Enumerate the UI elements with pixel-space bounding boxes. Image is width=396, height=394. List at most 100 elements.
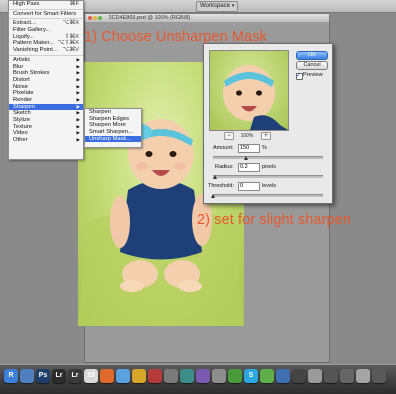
app-icon-dark[interactable] xyxy=(292,369,306,383)
sharpen-submenu-item[interactable]: Sharpen xyxy=(85,109,141,116)
lightroom-icon[interactable]: Lr xyxy=(52,369,66,383)
menu-item-label: Sketch xyxy=(13,110,31,117)
minimize-window-icon[interactable] xyxy=(93,15,97,20)
filter-menu-item[interactable]: Brush Strokes ▶ xyxy=(9,70,83,77)
app-icon-silver[interactable] xyxy=(308,369,322,383)
zoom-out-button[interactable]: − xyxy=(224,132,234,140)
zoom-in-button[interactable]: + xyxy=(261,132,271,140)
sharpen-submenu-item[interactable]: Unsharp Mask... xyxy=(85,135,141,143)
app-icon-gray2[interactable] xyxy=(212,369,226,383)
threshold-label: Threshold: xyxy=(208,183,234,189)
filter-menu-item[interactable]: High Pass ⌘F xyxy=(9,1,83,8)
chevron-down-icon: ▾ xyxy=(231,3,235,9)
menu-item-shortcut: ⌥⌘V xyxy=(62,47,79,54)
radius-slider-track[interactable] xyxy=(213,175,323,178)
submenu-arrow-icon: ▶ xyxy=(76,110,80,116)
menu-item-label: Video xyxy=(13,130,28,137)
submenu-arrow-icon: ▶ xyxy=(76,96,80,102)
filter-menu-item[interactable]: Other ▶ xyxy=(9,137,83,144)
radius-input[interactable]: 0.2 xyxy=(238,163,260,172)
menu-item-label: Blur xyxy=(13,63,24,70)
filter-menu-item[interactable]: Vanishing Point... ⌥⌘V xyxy=(9,47,83,54)
filter-menu-item[interactable]: Noise ▶ xyxy=(9,84,83,91)
calendar-icon[interactable]: 18 xyxy=(84,369,98,383)
menu-item-shortcut: ⌥⌘X xyxy=(62,20,79,27)
filter-menu-item[interactable]: Filter Gallery... xyxy=(9,27,83,34)
submenu-arrow-icon: ▶ xyxy=(76,70,80,76)
app-icon-purple[interactable] xyxy=(196,369,210,383)
skype-icon[interactable]: S xyxy=(244,369,258,383)
annotation-step-2: 2) set for slight sharpen xyxy=(197,212,352,228)
printer-icon[interactable] xyxy=(340,369,354,383)
close-window-icon[interactable] xyxy=(88,15,92,20)
window-controls xyxy=(88,14,103,22)
submenu-arrow-icon: ▶ xyxy=(76,137,80,143)
app-icon-silver2[interactable] xyxy=(356,369,370,383)
lightroom-alt-icon[interactable]: Lr xyxy=(68,369,82,383)
preview-baby-face xyxy=(223,65,288,130)
document-title: 3CD4E869.psd @ 100% (RGB/8) xyxy=(108,15,191,21)
cancel-button[interactable]: Cancel xyxy=(296,61,328,70)
sharpen-submenu-item[interactable]: Sharpen Edges xyxy=(85,116,141,123)
app-icon-blue2[interactable] xyxy=(276,369,290,383)
menu-item-label: Artistic xyxy=(13,56,31,63)
filter-menu-item[interactable]: Extract... ⌥⌘X xyxy=(9,20,83,27)
app-icon-yellow[interactable] xyxy=(132,369,146,383)
app-icon-gray[interactable] xyxy=(164,369,178,383)
filter-menu-item[interactable]: Convert for Smart Filters xyxy=(9,11,83,18)
threshold-input[interactable]: 0 xyxy=(238,182,260,191)
annotation-step-1: 1) Choose Unsharpen Mask xyxy=(84,29,267,45)
threshold-unit: levels xyxy=(262,183,277,189)
app-icon-green2[interactable] xyxy=(260,369,274,383)
radius-label: Radius: xyxy=(215,164,234,170)
safari-icon[interactable] xyxy=(116,369,130,383)
sharpen-submenu-item[interactable]: Sharpen More xyxy=(85,122,141,129)
app-icon-teal[interactable] xyxy=(180,369,194,383)
submenu-arrow-icon: ▶ xyxy=(76,56,80,62)
filter-menu-item[interactable]: Pixelate ▶ xyxy=(9,90,83,97)
sharpen-submenu: Sharpen Sharpen Edges Sharpen More Smart Sh… xyxy=(84,108,142,148)
app-icon-red[interactable] xyxy=(148,369,162,383)
filter-menu-item[interactable]: Blur ▶ xyxy=(9,64,83,71)
menu-item-label: Other xyxy=(13,137,28,144)
sharpen-submenu-item[interactable]: Smart Sharpen... xyxy=(85,129,141,136)
filter-menu-item[interactable]: Texture ▶ xyxy=(9,124,83,131)
filter-menu-item[interactable]: Distort ▶ xyxy=(9,77,83,84)
app-icon-green[interactable] xyxy=(228,369,242,383)
submenu-arrow-icon: ▶ xyxy=(76,90,80,96)
amount-slider-thumb[interactable] xyxy=(243,156,248,160)
checkmark-icon: ✓ xyxy=(296,72,302,79)
amount-slider-track[interactable] xyxy=(213,156,323,159)
workspace-button[interactable]: Workspace ▾ xyxy=(196,1,239,12)
menu-item-label: High Pass xyxy=(13,1,40,7)
photoshop-icon[interactable]: Ps xyxy=(36,369,50,383)
workspace-label: Workspace xyxy=(200,3,230,9)
filter-menu-item[interactable]: Sharpen ▶ xyxy=(9,103,83,111)
filter-menu-item[interactable]: Sketch ▶ xyxy=(9,110,83,117)
filter-menu-item[interactable]: Render ▶ xyxy=(9,97,83,104)
submenu-arrow-icon: ▶ xyxy=(76,76,80,82)
radius-slider-thumb[interactable] xyxy=(212,175,217,179)
firefox-icon[interactable] xyxy=(100,369,114,383)
zoom-window-icon[interactable] xyxy=(98,15,102,20)
menu-item-label: Distort xyxy=(13,76,30,83)
filter-menu-item[interactable]: Stylize ▶ xyxy=(9,117,83,124)
menu-item-label: Filter Gallery... xyxy=(13,27,51,34)
submenu-arrow-icon: ▶ xyxy=(76,130,80,136)
finder-icon[interactable]: R xyxy=(4,369,18,383)
threshold-slider-thumb[interactable] xyxy=(210,194,215,198)
app-icon-blue[interactable] xyxy=(20,369,34,383)
bluetooth-icon[interactable] xyxy=(372,369,386,383)
amount-input[interactable]: 150 xyxy=(238,144,260,153)
preview-checkbox-label: Preview xyxy=(303,72,323,78)
filter-menu-item[interactable]: Artistic ▶ xyxy=(9,57,83,64)
menu-item-label: Stylize xyxy=(13,117,31,123)
filter-menu: High Pass ⌘F Convert for Smart Filters Extr… xyxy=(8,0,84,160)
threshold-slider-track[interactable] xyxy=(213,194,323,197)
app-icon-dark2[interactable] xyxy=(324,369,338,383)
filter-menu-item[interactable]: Video ▶ xyxy=(9,130,83,137)
filter-preview-window[interactable] xyxy=(209,50,289,131)
preview-zoom-level: 100% xyxy=(240,133,254,139)
ok-button[interactable]: OK xyxy=(296,51,328,60)
menu-item-label: Texture xyxy=(13,123,33,130)
